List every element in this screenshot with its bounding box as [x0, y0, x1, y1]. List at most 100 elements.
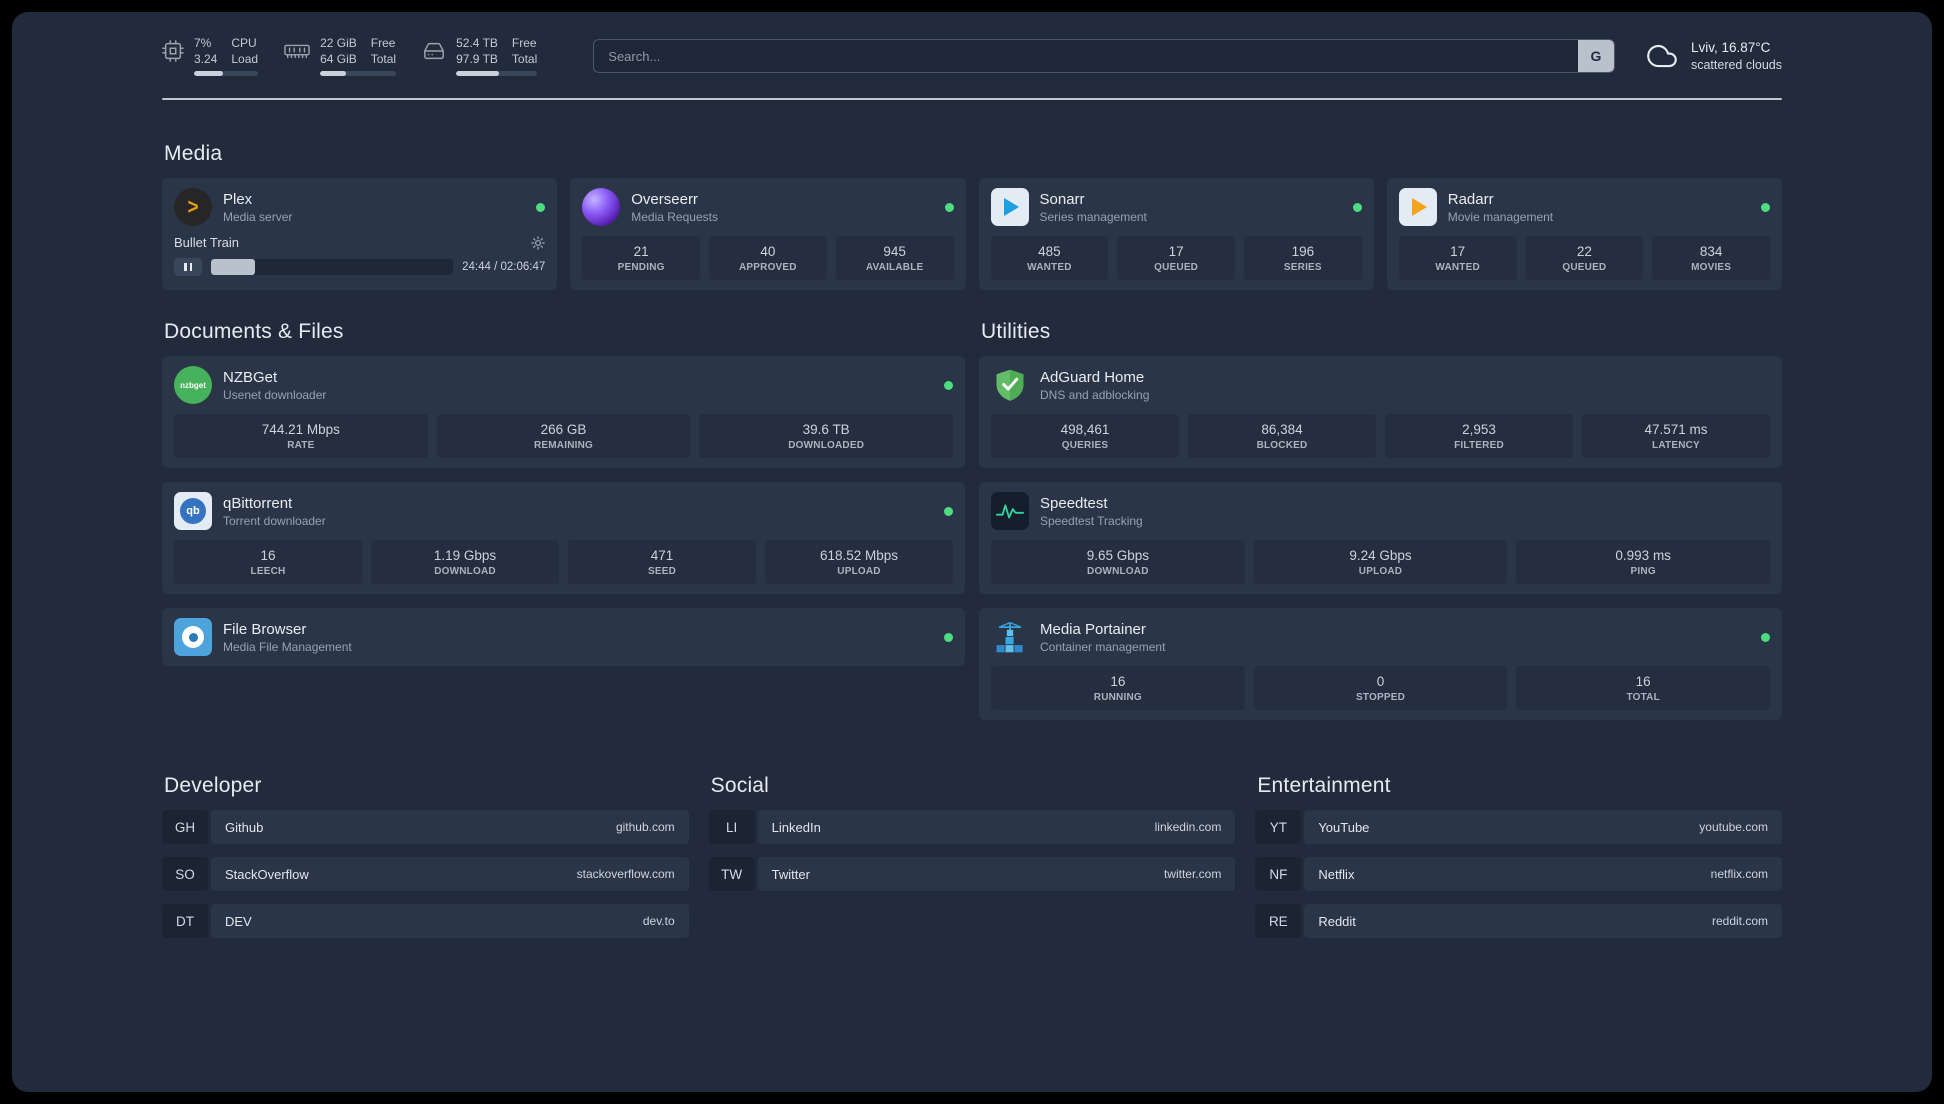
adguard-card[interactable]: AdGuard Home DNS and adblocking 498,461 … [979, 356, 1782, 469]
sonarr-icon [990, 188, 1029, 227]
stat-box: 21 PENDING [582, 236, 700, 281]
pause-button[interactable] [174, 258, 202, 277]
radarr-card[interactable]: Radarr Movie management 17 WANTED 22 QUE… [1386, 178, 1782, 291]
bookmark-abbr: GH [162, 810, 208, 845]
bookmark-dev[interactable]: DT DEV dev.to [162, 904, 689, 939]
status-dot [944, 506, 953, 516]
cpu-icon [162, 40, 184, 62]
overseerr-icon [582, 188, 621, 227]
app-name: qBittorrent [223, 494, 293, 512]
stat-box: 16 LEECH [174, 540, 362, 585]
bookmark-url: netflix.com [1710, 867, 1768, 882]
ram-icon [284, 44, 310, 59]
playback-progressbar[interactable] [211, 259, 454, 276]
bookmark-youtube[interactable]: YT YouTube youtube.com [1255, 810, 1782, 845]
stat-value: 196 [1291, 244, 1315, 260]
search-input[interactable] [594, 48, 1578, 64]
bookmark-linkedin[interactable]: LI LinkedIn linkedin.com [708, 810, 1236, 845]
disk-free-label: Free [511, 36, 537, 50]
bookmark-name: DEV [225, 913, 252, 929]
stat-value: 21 [633, 244, 649, 260]
bookmark-url: reddit.com [1711, 914, 1768, 929]
bookmark-name: LinkedIn [771, 819, 821, 835]
app-name: Speedtest [1040, 494, 1108, 512]
stat-label: PENDING [617, 262, 665, 274]
stat-label: RATE [287, 440, 315, 452]
speedtest-card[interactable]: Speedtest Speedtest Tracking 9.65 Gbps D… [979, 482, 1782, 595]
stat-box: 17 QUEUED [1117, 236, 1235, 281]
radarr-icon [1398, 188, 1437, 227]
search-bar: G [593, 39, 1615, 74]
status-dot [1352, 202, 1362, 212]
plex-icon: > [174, 188, 212, 227]
stat-value: 744.21 Mbps [261, 422, 340, 438]
qbittorrent-card[interactable]: qb qBittorrent Torrent downloader 16 LEE… [162, 482, 965, 595]
bookmark-twitter[interactable]: TW Twitter twitter.com [708, 857, 1236, 892]
app-subtitle: DNS and adblocking [1040, 387, 1150, 402]
disk-icon [424, 42, 445, 60]
stat-box: 196 SERIES [1244, 236, 1362, 281]
nzbget-card[interactable]: nzbget NZBGet Usenet downloader 744.21 M… [162, 356, 965, 469]
section-title-media: Media [164, 142, 223, 166]
status-dot [944, 380, 953, 390]
weather-condition: scattered clouds [1690, 57, 1782, 72]
stat-value: 86,384 [1261, 422, 1303, 438]
stat-label: DOWNLOADED [788, 440, 865, 452]
stat-box: 471 SEED [568, 540, 756, 585]
ram-free-value: 22 GiB [320, 36, 357, 50]
disk-free-value: 52.4 TB [456, 36, 498, 50]
filebrowser-card[interactable]: File Browser Media File Management [162, 608, 965, 667]
stat-label: REMAINING [533, 440, 594, 452]
stat-label: LATENCY [1652, 440, 1700, 452]
stat-box: 47.571 ms LATENCY [1582, 414, 1770, 459]
section-title-documents: Documents & Files [164, 320, 344, 344]
status-dot [1761, 632, 1770, 642]
bookmark-name: Netflix [1318, 866, 1355, 882]
ram-free-label: Free [370, 36, 396, 50]
section-title-utilities: Utilities [981, 320, 1051, 344]
stat-label: LEECH [250, 566, 286, 578]
stat-value: 1.19 Gbps [433, 548, 497, 564]
cpu-usage-value: 7% [194, 36, 212, 50]
app-subtitle: Series management [1039, 209, 1147, 224]
sonarr-card[interactable]: Sonarr Series management 485 WANTED 17 Q… [978, 178, 1374, 291]
stat-value: 17 [1450, 244, 1466, 260]
cpu-progressbar [194, 71, 259, 77]
gear-icon[interactable] [531, 235, 546, 250]
bookmark-name: YouTube [1318, 819, 1370, 835]
bookmark-github[interactable]: GH Github github.com [162, 810, 689, 845]
stat-value: 9.24 Gbps [1349, 548, 1412, 564]
app-name: Radarr [1447, 190, 1494, 208]
stat-value: 17 [1168, 244, 1184, 260]
plex-card[interactable]: > Plex Media server Bullet Train 24:44 /… [162, 178, 558, 291]
disk-total-value: 97.9 TB [456, 51, 498, 66]
stat-value: 0.993 ms [1615, 548, 1671, 564]
stat-value: 16 [1635, 674, 1651, 690]
dashboard-screen: 7% 3.24 CPU Load 22 GiB 64 GiB Free Tota… [12, 12, 1932, 1092]
playback-time: 24:44 / 02:06:47 [462, 261, 546, 274]
stat-value: 266 GB [540, 422, 587, 438]
stat-value: 945 [883, 244, 906, 260]
status-dot [536, 202, 546, 212]
search-engine-button[interactable]: G [1577, 40, 1614, 73]
portainer-card[interactable]: Media Portainer Container management 16 … [979, 608, 1782, 721]
stat-label: UPLOAD [1358, 566, 1403, 578]
stat-label: MOVIES [1691, 262, 1732, 274]
overseerr-card[interactable]: Overseerr Media Requests 21 PENDING 40 A… [570, 178, 966, 291]
stat-value: 39.6 TB [802, 422, 850, 438]
bookmark-abbr: RE [1255, 904, 1302, 939]
bookmark-netflix[interactable]: NF Netflix netflix.com [1255, 857, 1782, 892]
stat-value: 618.52 Mbps [819, 548, 899, 564]
app-subtitle: Speedtest Tracking [1040, 513, 1143, 528]
app-subtitle: Container management [1040, 639, 1166, 654]
speedtest-icon [991, 492, 1029, 531]
app-name: File Browser [223, 620, 307, 638]
bookmark-stackoverflow[interactable]: SO StackOverflow stackoverflow.com [162, 857, 689, 892]
qbittorrent-icon: qb [174, 492, 212, 531]
stat-value: 0 [1376, 674, 1385, 690]
stat-box: 498,461 QUERIES [991, 414, 1179, 459]
bookmark-reddit[interactable]: RE Reddit reddit.com [1255, 904, 1782, 939]
stat-label: STOPPED [1356, 692, 1406, 704]
cloud-icon [1647, 45, 1677, 68]
ram-total-value: 64 GiB [320, 51, 357, 66]
